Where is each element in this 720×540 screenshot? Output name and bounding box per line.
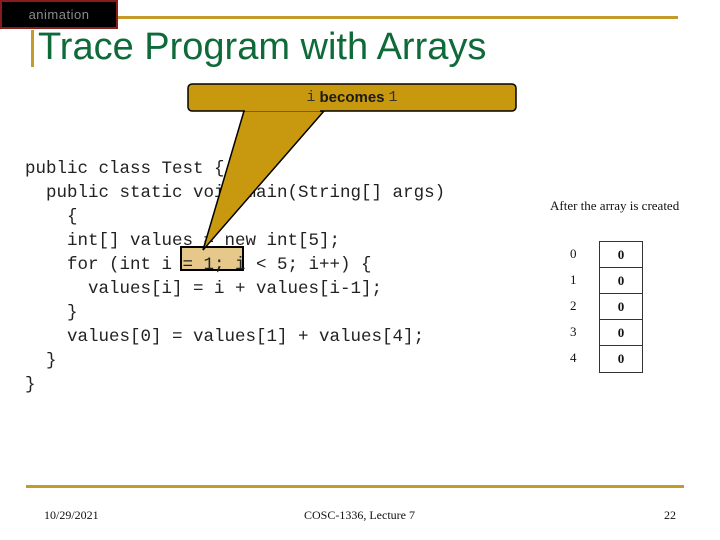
code-line: } <box>25 351 57 371</box>
header-rule <box>118 16 678 19</box>
slide-title: Trace Program with Arrays <box>38 26 487 68</box>
callout-variable: i <box>306 88 316 106</box>
array-table: 0 0 0 0 0 <box>599 241 643 373</box>
array-caption: After the array is created <box>550 198 680 213</box>
footer-course: COSC-1336, Lecture 7 <box>304 508 415 522</box>
footer-page-number: 22 <box>664 508 676 522</box>
code-line: } <box>25 375 36 395</box>
array-index: 0 <box>570 246 577 261</box>
array-cell: 0 <box>600 320 642 346</box>
array-cell: 0 <box>617 351 625 366</box>
code-line: int[] values = new int[5]; <box>25 231 341 251</box>
footer-date: 10/29/2021 <box>44 508 99 522</box>
title-accent-bar <box>31 30 34 67</box>
code-block: public class Test { public static void m… <box>25 157 445 397</box>
code-line: values[i] = i + values[i-1]; <box>25 279 383 299</box>
callout-verb: becomes <box>319 88 385 106</box>
code-line: { <box>25 207 78 227</box>
array-index: 2 <box>570 298 577 313</box>
code-line: values[0] = values[1] + values[4]; <box>25 327 425 347</box>
array-index: 4 <box>570 350 577 365</box>
array-cell: 0 <box>600 294 642 320</box>
code-line: for (int i = 1; i < 5; i++) { <box>25 255 372 275</box>
array-index: 3 <box>570 324 577 339</box>
array-index: 1 <box>570 272 577 287</box>
callout-message: i becomes 1 <box>188 84 516 110</box>
array-cell: 0 <box>600 268 642 294</box>
callout-value: 1 <box>388 88 398 106</box>
footer-rule <box>26 485 684 488</box>
code-line: public class Test { <box>25 159 225 179</box>
array-cell: 0 <box>600 242 642 268</box>
code-line: public static void main(String[] args) <box>25 183 446 203</box>
code-line: } <box>25 303 78 323</box>
